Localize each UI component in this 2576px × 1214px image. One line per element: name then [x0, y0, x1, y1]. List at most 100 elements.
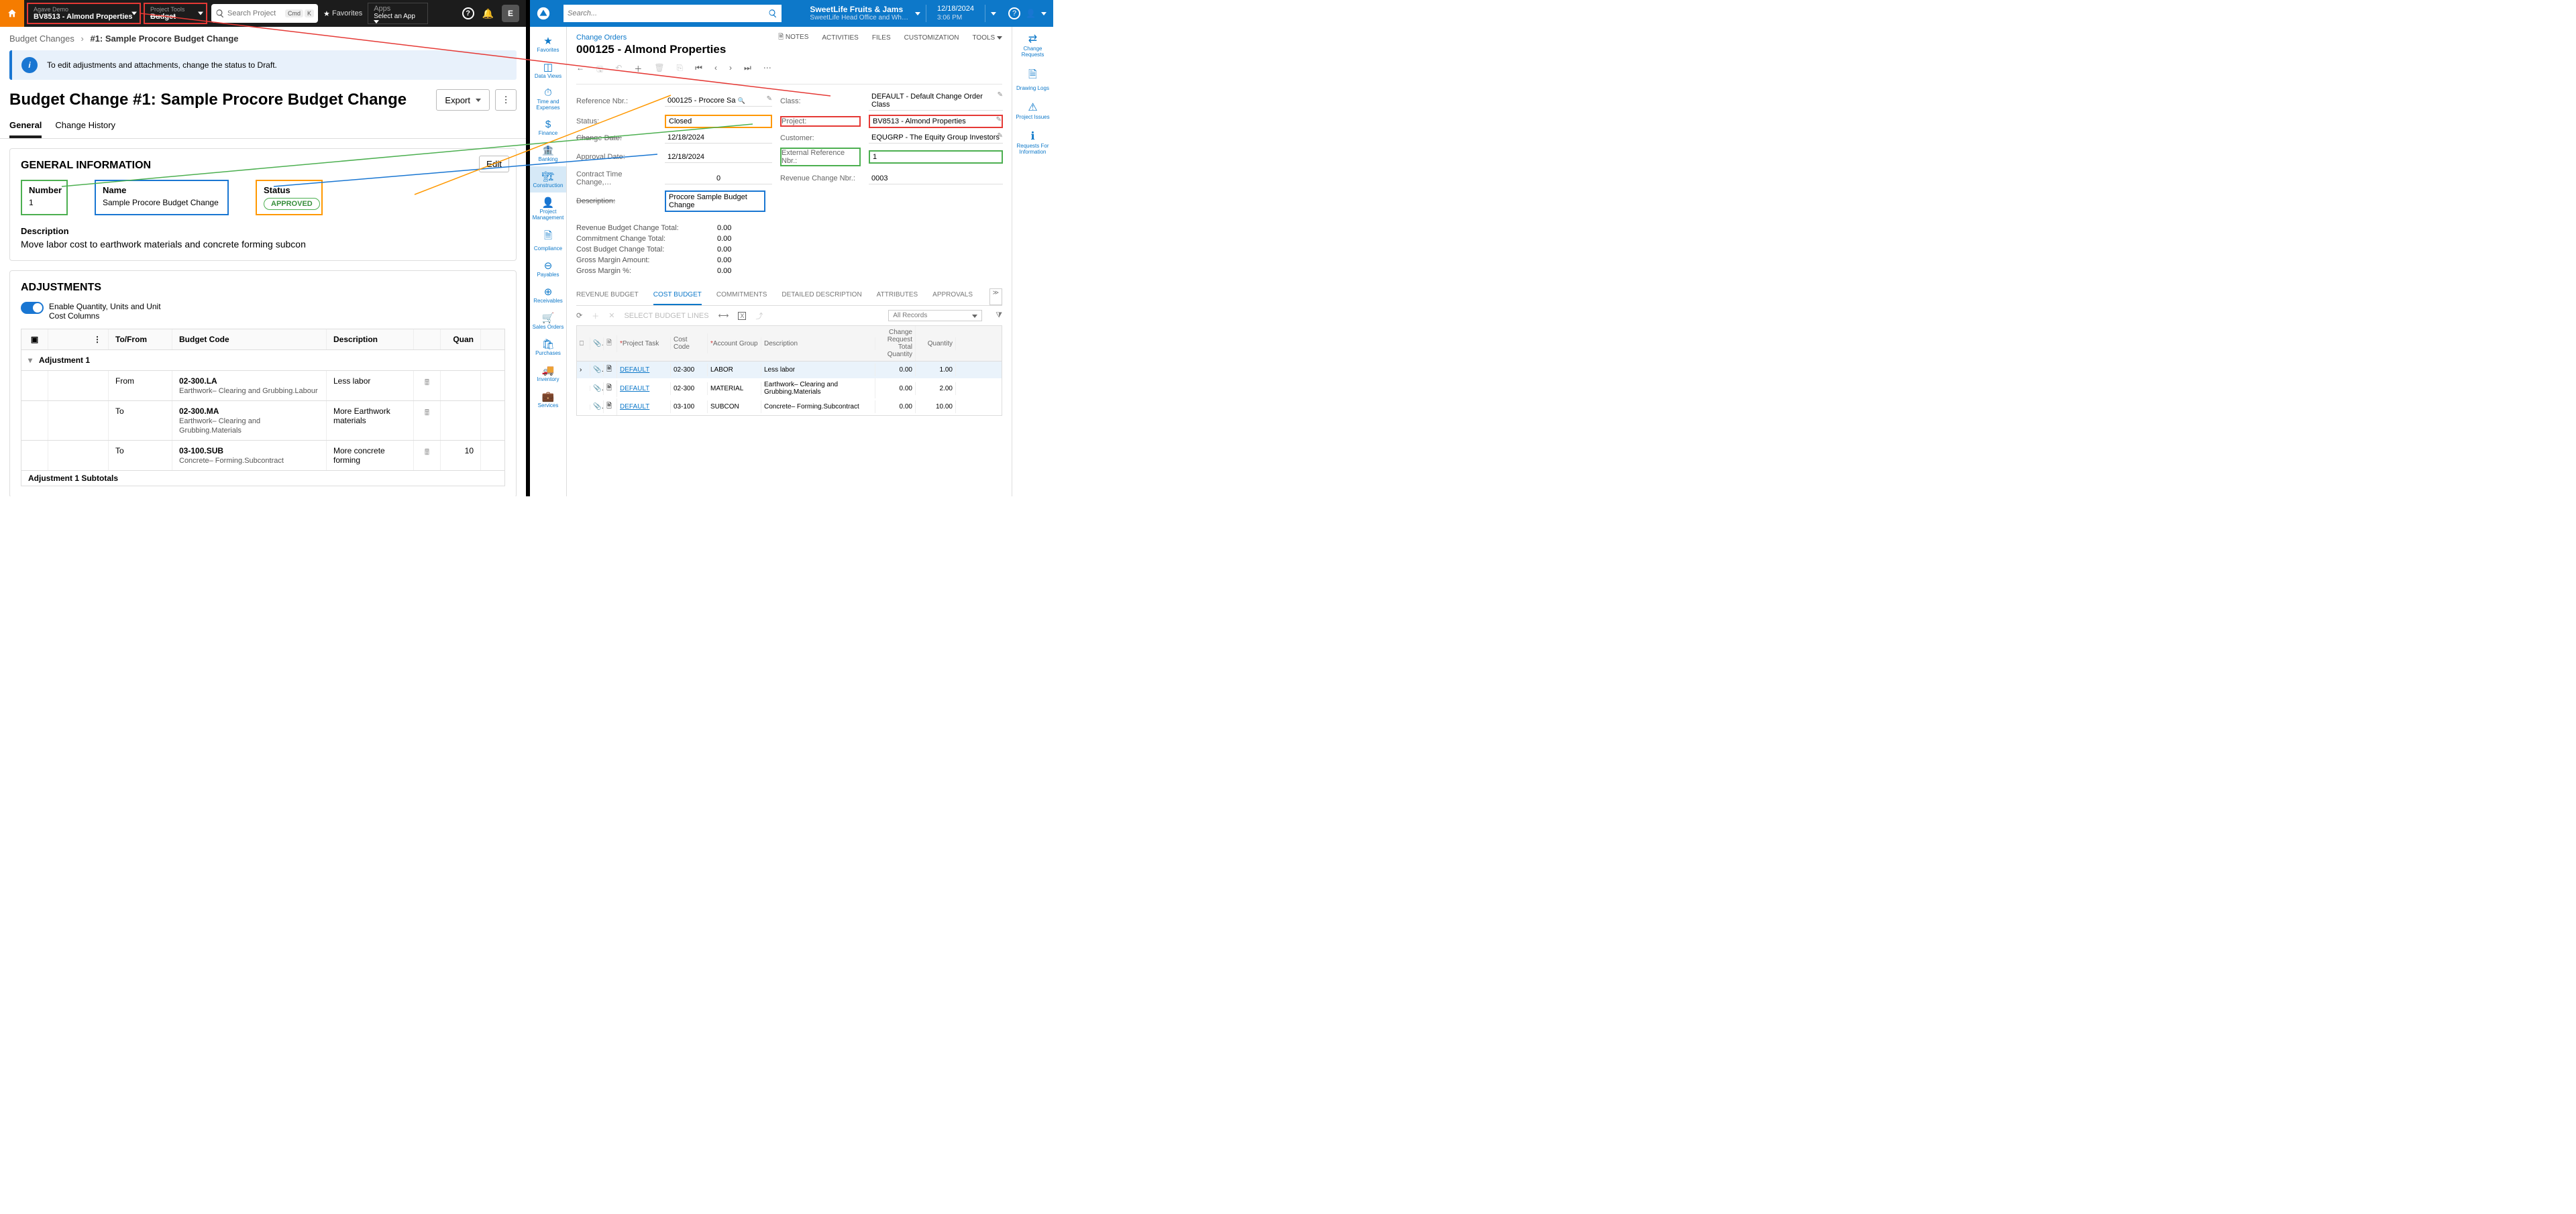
project-search[interactable]: Cmd K: [211, 4, 318, 23]
doc-tab-notes[interactable]: 🗎 NOTES: [778, 32, 808, 44]
help-icon[interactable]: ?: [462, 7, 474, 19]
tab-scroll-icon[interactable]: ≫: [989, 288, 1002, 305]
row-menu-icon[interactable]: ⋮: [48, 329, 109, 349]
bell-icon[interactable]: 🔔: [482, 8, 494, 19]
info-panel-project issues[interactable]: ⚠Project Issues: [1016, 101, 1049, 120]
add-row-icon[interactable]: ＋: [592, 311, 599, 321]
delete-icon[interactable]: 🗑: [654, 63, 664, 77]
filter-icon[interactable]: ⧩: [996, 311, 1002, 320]
sidebar-item-receivables[interactable]: ⊕Receivables: [530, 282, 566, 308]
user-icon[interactable]: 👤: [1026, 9, 1036, 18]
info-panel-requests for information[interactable]: ℹRequests For Information: [1012, 129, 1053, 155]
last-icon[interactable]: ⏭: [744, 63, 751, 77]
discard-icon[interactable]: ↶: [615, 63, 622, 77]
reference-nbr-field[interactable]: 000125 - Procore Sa 🔍✎: [665, 95, 772, 107]
sidebar-item-time and expenses[interactable]: ⏱Time and Expenses: [530, 83, 566, 115]
next-icon[interactable]: ›: [729, 63, 732, 77]
help-icon[interactable]: ?: [1008, 7, 1020, 19]
grid-row[interactable]: 📎🗎 DEFAULT 02-300MATERIALEarthwork– Clea…: [577, 378, 1002, 398]
description-field[interactable]: Procore Sample Budget Change: [665, 190, 765, 212]
calculator-icon[interactable]: 🖩: [425, 408, 429, 417]
breadcrumb-change-orders[interactable]: Change Orders: [576, 34, 627, 42]
page-header: Budget Change #1: Sample Procore Budget …: [0, 80, 526, 120]
refresh-icon[interactable]: ⟳: [576, 311, 582, 320]
search-input[interactable]: [227, 9, 281, 17]
sidebar-item-construction[interactable]: 🏗Construction: [530, 166, 566, 192]
detail-tab-cost budget[interactable]: COST BUDGET: [653, 288, 702, 305]
detail-tab-commitments[interactable]: COMMITMENTS: [716, 288, 767, 305]
fit-icon[interactable]: ⟷: [718, 311, 729, 320]
export-icon[interactable]: X: [738, 312, 746, 320]
chevron-down-icon: [198, 12, 203, 15]
search-icon[interactable]: [768, 9, 777, 18]
page-title: Budget Change #1: Sample Procore Budget …: [9, 91, 407, 109]
sidebar-item-compliance[interactable]: 🗎Compliance: [530, 225, 566, 256]
external-ref-field[interactable]: 1: [869, 150, 1003, 164]
detail-tab-attributes[interactable]: ATTRIBUTES: [877, 288, 918, 305]
company-selector[interactable]: SweetLife Fruits & Jams SweetLife Head O…: [803, 5, 915, 22]
quantity-toggle[interactable]: [21, 302, 44, 314]
adjustments-table-header: ▣ ⋮ To/From Budget Code Description Quan: [21, 329, 505, 350]
tab-change-history[interactable]: Change History: [55, 120, 115, 138]
sidebar-item-services[interactable]: 💼Services: [530, 386, 566, 412]
home-icon[interactable]: [0, 0, 24, 27]
customer-field[interactable]: EQUGRP - The Equity Group Investors✎: [869, 132, 1003, 144]
first-icon[interactable]: ⏮: [695, 63, 702, 77]
grid-row[interactable]: 📎🗎 DEFAULT 03-100SUBCONConcrete– Forming…: [577, 398, 1002, 415]
sidebar-item-sales orders[interactable]: 🛒Sales Orders: [530, 308, 566, 334]
copy-icon[interactable]: ⎘: [677, 63, 684, 77]
user-avatar[interactable]: E: [502, 5, 519, 22]
project-selector[interactable]: Agave Demo BV8513 - Almond Properties: [27, 3, 141, 24]
collapse-icon[interactable]: ▣: [21, 329, 48, 349]
acumatica-logo-icon[interactable]: [530, 0, 557, 27]
business-date[interactable]: 12/18/2024 3:06 PM: [926, 5, 985, 21]
info-panel-change requests[interactable]: ⇄Change Requests: [1012, 32, 1053, 58]
change-order-form: Reference Nbr.: 000125 - Procore Sa 🔍✎ C…: [576, 85, 1002, 219]
sidebar-item-finance[interactable]: $Finance: [530, 115, 566, 140]
status-field: Status APPROVED: [256, 180, 323, 215]
doc-tab-customization[interactable]: CUSTOMIZATION: [904, 34, 959, 42]
calculator-icon[interactable]: 🖩: [425, 378, 429, 387]
info-panel-drawing logs[interactable]: 🗎Drawing Logs: [1016, 67, 1049, 91]
sidebar-item-inventory[interactable]: 🚚Inventory: [530, 360, 566, 386]
grid-row[interactable]: ›📎🗎 DEFAULT 02-300LABORLess labor 0.001.…: [577, 362, 1002, 378]
sidebar-item-favorites[interactable]: ★Favorites: [530, 31, 566, 57]
sidebar-item-project management[interactable]: 👤Project Management: [530, 192, 566, 225]
save-icon[interactable]: 🖫: [596, 63, 603, 77]
page-tabs: General Change History: [0, 120, 526, 139]
filter-dropdown[interactable]: All Records: [888, 310, 982, 321]
favorites-link[interactable]: ★ Favorites: [323, 9, 362, 18]
sidebar-item-banking[interactable]: 🏦Banking: [530, 140, 566, 166]
adjustment-group-header[interactable]: ▾ Adjustment 1: [21, 350, 505, 371]
edit-button[interactable]: Edit: [479, 156, 509, 172]
approval-date-field[interactable]: 12/18/2024: [665, 152, 772, 163]
more-actions-button[interactable]: ⋮: [495, 89, 517, 111]
doc-tab-activities[interactable]: ACTIVITIES: [822, 34, 858, 42]
calculator-icon[interactable]: 🖩: [425, 447, 429, 457]
export-button[interactable]: Export: [436, 89, 490, 111]
detail-tab-approvals[interactable]: APPROVALS: [932, 288, 973, 305]
tool-selector[interactable]: Project Tools Budget: [144, 3, 207, 24]
change-date-field[interactable]: 12/18/2024: [665, 132, 772, 144]
sidebar-item-purchases[interactable]: 🛍Purchases: [530, 334, 566, 360]
add-icon[interactable]: ＋: [634, 63, 642, 77]
tab-general[interactable]: General: [9, 120, 42, 138]
upload-icon[interactable]: ⤴: [755, 311, 763, 321]
doc-tab-tools[interactable]: TOOLS: [973, 34, 1003, 42]
contract-time-field[interactable]: 0: [665, 173, 772, 184]
detail-tab-revenue budget[interactable]: REVENUE BUDGET: [576, 288, 639, 305]
prev-icon[interactable]: ‹: [714, 63, 717, 77]
global-search[interactable]: [564, 5, 782, 22]
delete-row-icon[interactable]: ✕: [608, 311, 614, 320]
detail-tab-detailed description[interactable]: DETAILED DESCRIPTION: [782, 288, 861, 305]
class-field[interactable]: DEFAULT - Default Change Order Class✎: [869, 91, 1003, 111]
breadcrumb-root[interactable]: Budget Changes: [9, 34, 74, 44]
app-selector[interactable]: Apps Select an App: [368, 3, 428, 24]
sidebar-item-payables[interactable]: ⊖Payables: [530, 256, 566, 282]
doc-tab-files[interactable]: FILES: [872, 34, 891, 42]
back-icon[interactable]: ←: [576, 63, 584, 77]
more-icon[interactable]: ⋯: [763, 63, 771, 77]
sidebar-item-data views[interactable]: ◫Data Views: [530, 57, 566, 83]
project-field[interactable]: BV8513 - Almond Properties✎: [869, 115, 1003, 128]
status-badge: APPROVED: [264, 198, 320, 210]
